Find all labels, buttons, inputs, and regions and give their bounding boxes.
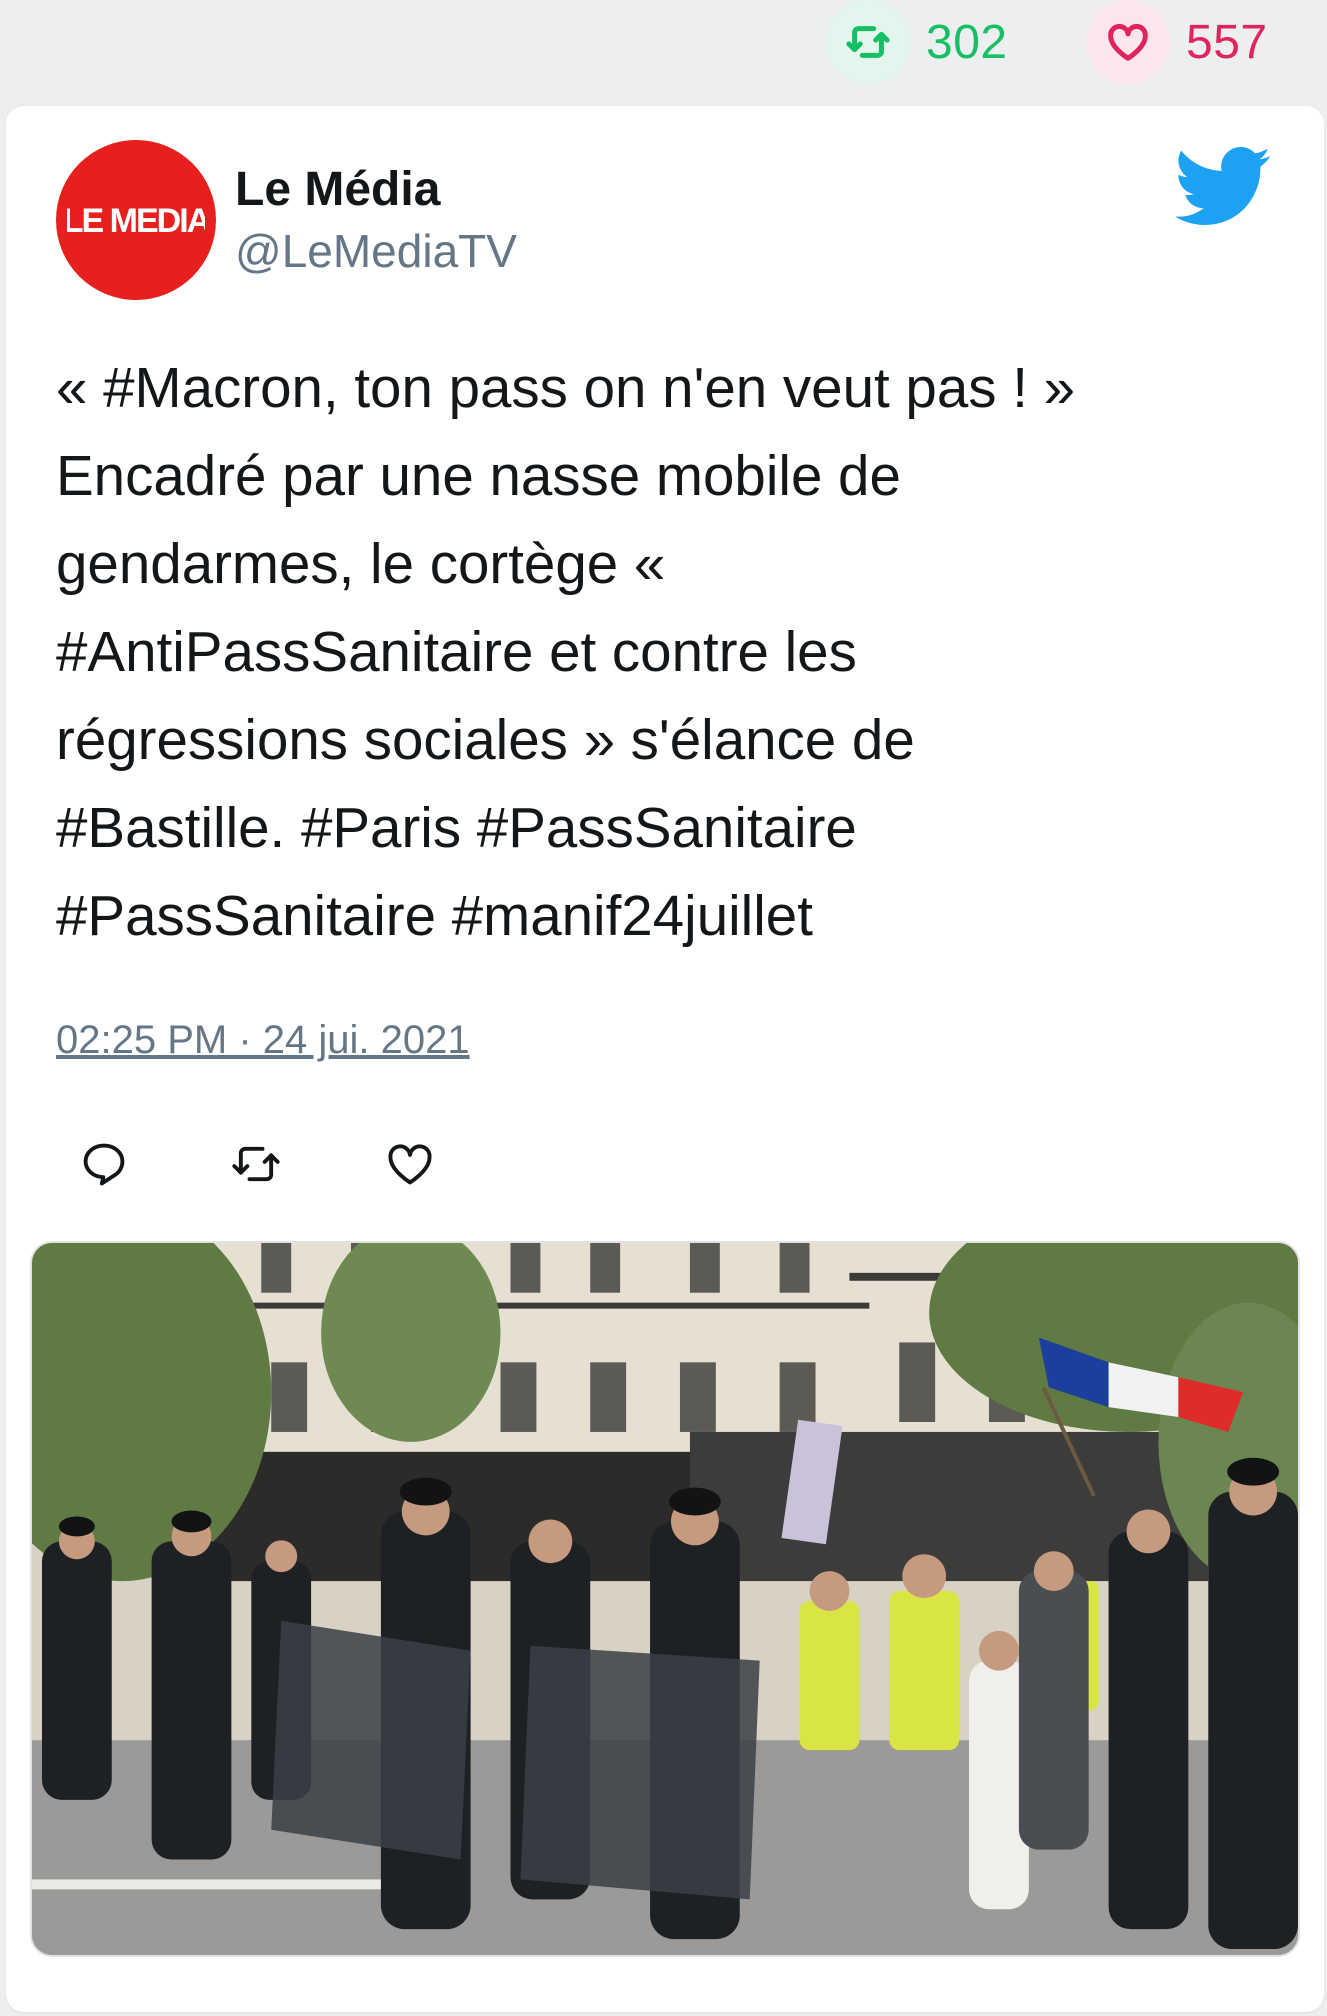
like-count: 557 bbox=[1186, 15, 1268, 69]
like-stat[interactable]: 557 bbox=[1086, 0, 1268, 84]
tweet-media-photo[interactable] bbox=[30, 1241, 1300, 1957]
author-handle[interactable]: @LeMediaTV bbox=[235, 224, 517, 278]
engagement-bar: 302 557 bbox=[0, 0, 1327, 100]
protest-photo bbox=[32, 1243, 1298, 1955]
tweet-text: « #Macron, ton pass on n'en veut pas ! »… bbox=[56, 356, 1076, 947]
retweet-action-icon[interactable] bbox=[228, 1136, 284, 1192]
avatar[interactable]: LE MEDIA bbox=[56, 140, 216, 300]
retweet-count: 302 bbox=[926, 15, 1008, 69]
tweet-timestamp[interactable]: 02:25 PM · 24 jui. 2021 bbox=[56, 1018, 470, 1063]
heart-icon[interactable] bbox=[1086, 0, 1170, 84]
le-media-logo: LE MEDIA bbox=[67, 200, 205, 240]
retweet-stat[interactable]: 302 bbox=[826, 0, 1008, 84]
svg-text:LE MEDIA: LE MEDIA bbox=[67, 202, 205, 240]
reply-icon[interactable] bbox=[76, 1136, 132, 1192]
retweet-icon[interactable] bbox=[826, 0, 910, 84]
author-name[interactable]: Le Média bbox=[235, 162, 440, 217]
twitter-bird-icon[interactable] bbox=[1176, 146, 1272, 228]
tweet-card: LE MEDIA Le Média @LeMediaTV « #Macron, … bbox=[6, 106, 1324, 2012]
like-icon[interactable] bbox=[382, 1136, 438, 1192]
